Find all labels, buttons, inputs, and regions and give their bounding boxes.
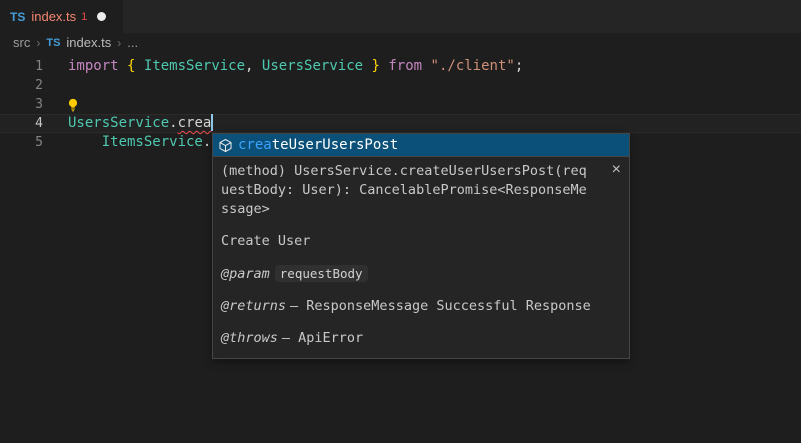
code-line-1: 1 import { ItemsService, UsersService } … bbox=[0, 57, 801, 76]
suggest-label-rest: teUserUsersPost bbox=[272, 137, 398, 153]
param-tag: @param bbox=[221, 266, 270, 282]
suggest-docs-panel: × (method) UsersService.createUserUsersP… bbox=[213, 156, 629, 358]
doc-summary: Create User bbox=[221, 232, 621, 251]
line-number: 2 bbox=[0, 76, 43, 95]
line-code[interactable]: ItemsService.createItemItemsPost({name: … bbox=[68, 95, 616, 114]
doc-returns-row: @returns— ResponseMessage Successful Res… bbox=[221, 297, 621, 316]
lightbulb-icon[interactable] bbox=[66, 95, 85, 114]
code-line-4-current: 4 UsersService.crea bbox=[0, 114, 801, 133]
doc-param-row: @param requestBody bbox=[221, 264, 621, 284]
code-line-2: 2 bbox=[0, 76, 801, 95]
breadcrumb-file[interactable]: index.ts bbox=[66, 35, 111, 50]
line-number: 3 bbox=[0, 95, 43, 114]
suggest-item-selected[interactable]: createUserUsersPost bbox=[213, 134, 629, 156]
tab-index-ts[interactable]: TS index.ts 1 bbox=[0, 0, 123, 33]
close-icon[interactable]: × bbox=[612, 163, 621, 177]
tab-filename: index.ts bbox=[31, 9, 76, 24]
code-line-3: 3 ItemsService.createItemItemsPost({name… bbox=[0, 95, 801, 114]
line-code[interactable]: import { ItemsService, UsersService } fr… bbox=[68, 57, 523, 76]
throws-text: — ApiError bbox=[282, 330, 363, 346]
line-number: 1 bbox=[0, 57, 43, 76]
line-code[interactable]: UsersService.crea bbox=[68, 114, 211, 133]
chevron-right-icon: › bbox=[117, 36, 121, 50]
text-cursor bbox=[211, 114, 213, 131]
breadcrumb-folder[interactable]: src bbox=[13, 35, 30, 50]
method-signature: (method) UsersService.createUserUsersPos… bbox=[221, 162, 621, 219]
symbol-method-icon bbox=[218, 138, 233, 153]
breadcrumb-symbol-ellipsis[interactable]: ... bbox=[127, 35, 138, 50]
doc-throws-row: @throws— ApiError bbox=[221, 329, 621, 348]
modified-dot-icon[interactable] bbox=[97, 12, 106, 21]
line-number: 5 bbox=[0, 133, 43, 152]
throws-tag: @throws bbox=[221, 330, 278, 346]
breadcrumb: src › TS index.ts › ... bbox=[0, 33, 801, 52]
param-name-chip: requestBody bbox=[275, 265, 368, 282]
typescript-file-icon: TS bbox=[46, 37, 60, 49]
returns-text: — ResponseMessage Successful Response bbox=[290, 298, 591, 314]
editor[interactable]: 1 import { ItemsService, UsersService } … bbox=[0, 52, 801, 443]
typescript-file-icon: TS bbox=[10, 10, 25, 24]
suggest-label: createUserUsersPost bbox=[238, 136, 398, 155]
line-number: 4 bbox=[0, 114, 43, 133]
suggest-widget: createUserUsersPost × (method) UsersServ… bbox=[212, 133, 630, 359]
tab-error-count-badge: 1 bbox=[81, 11, 87, 23]
returns-tag: @returns bbox=[221, 298, 286, 314]
suggest-label-match: crea bbox=[238, 137, 272, 153]
tab-bar: TS index.ts 1 bbox=[0, 0, 801, 33]
chevron-right-icon: › bbox=[36, 36, 40, 50]
